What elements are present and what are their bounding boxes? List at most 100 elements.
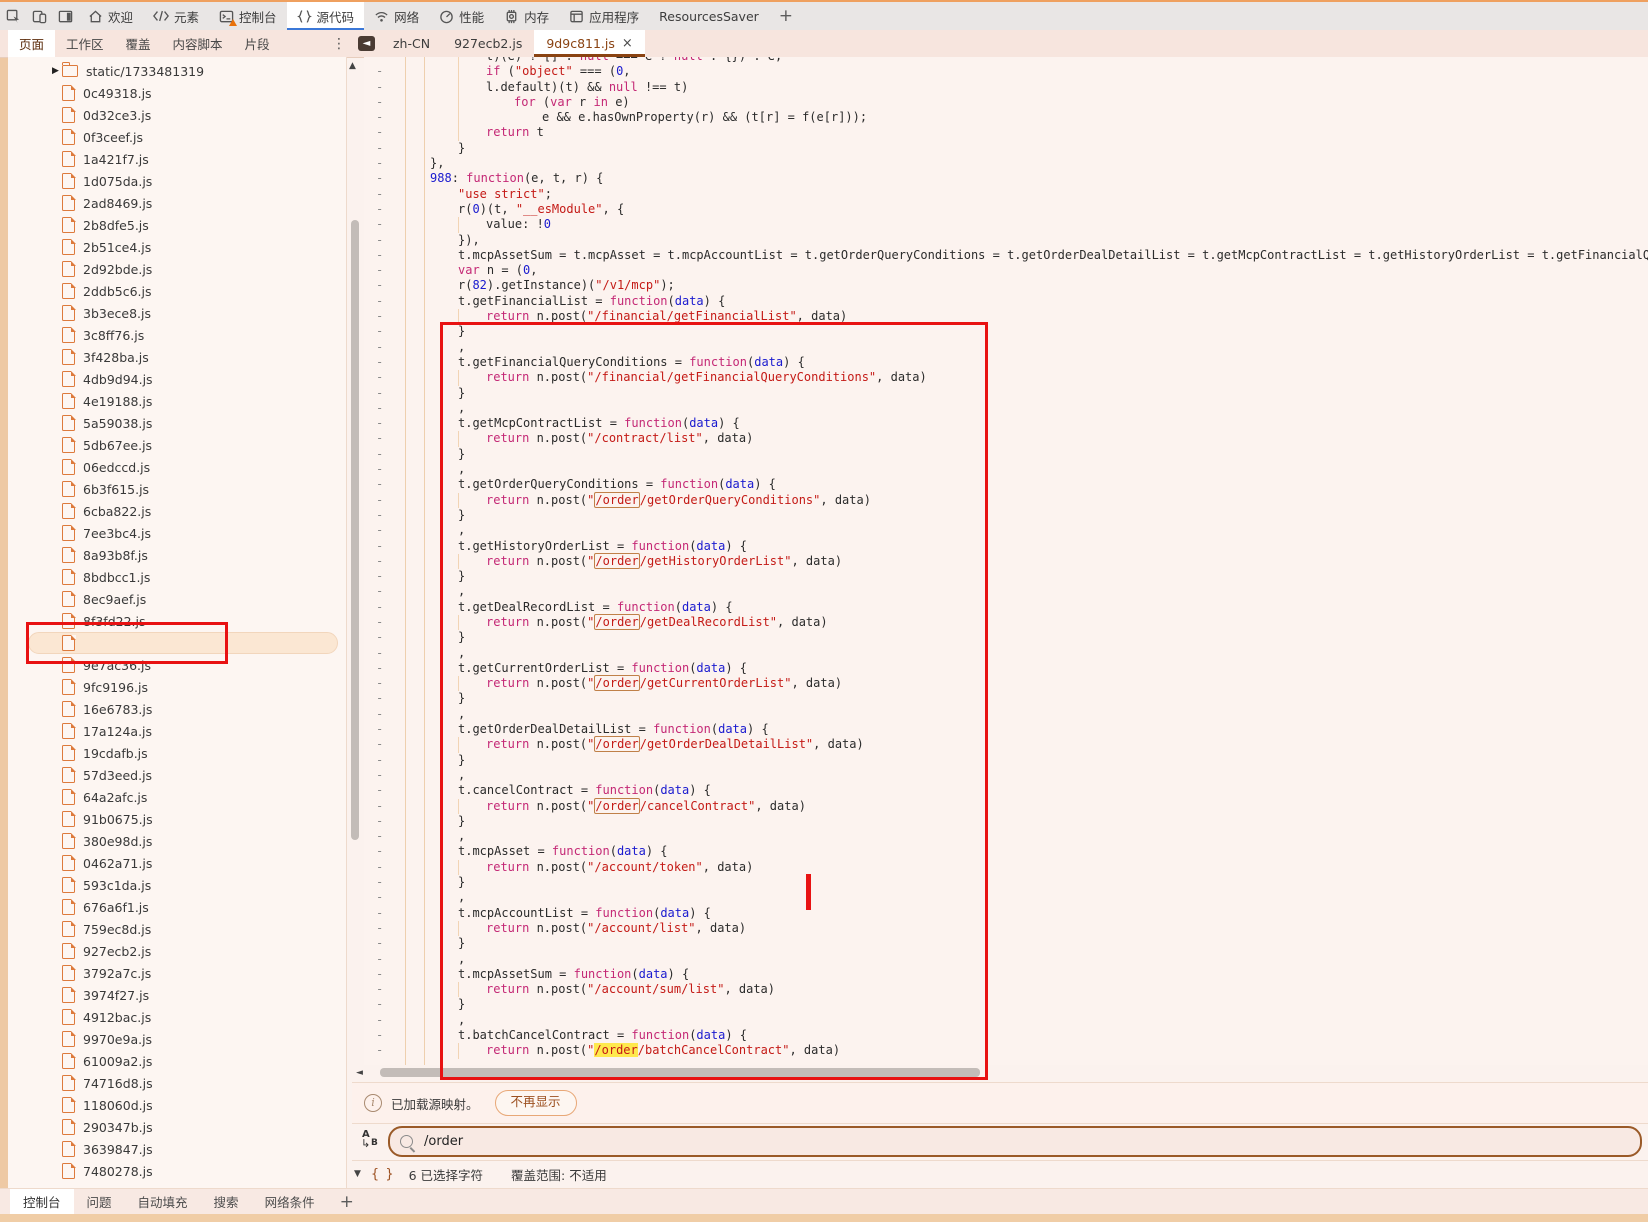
tree-file[interactable]: 290347b.js — [8, 1116, 346, 1138]
tree-file[interactable]: 6b3f615.js — [8, 478, 346, 500]
code-line[interactable]: -return n.post("/account/list", data) — [364, 921, 1648, 936]
tree-file[interactable]: 0f3ceef.js — [8, 126, 346, 148]
tree-file[interactable]: 91b0675.js — [8, 808, 346, 830]
code-line[interactable]: -, — [364, 523, 1648, 538]
code-line[interactable]: -t.mcpAssetSum = t.mcpAsset = t.mcpAccou… — [364, 248, 1648, 263]
code-line[interactable]: -return n.post("/order/getCurrentOrderLi… — [364, 676, 1648, 691]
sidebar-tab-工作区[interactable]: 工作区 — [55, 30, 115, 57]
code-line[interactable]: -for (var r in e) — [364, 95, 1648, 110]
code-line[interactable]: -, — [364, 952, 1648, 967]
code-line[interactable]: -t.mcpAssetSum = function(data) { — [364, 967, 1648, 982]
add-drawer-tab-button[interactable]: + — [328, 1189, 366, 1214]
code-line[interactable]: -t.getDealRecordList = function(data) { — [364, 600, 1648, 615]
code-line[interactable]: -t.cancelContract = function(data) { — [364, 783, 1648, 798]
code-line[interactable]: -t.getOrderDealDetailList = function(dat… — [364, 722, 1648, 737]
drawer-tab-问题[interactable]: 问题 — [74, 1189, 125, 1214]
code-line[interactable]: -return t — [364, 125, 1648, 140]
code-line[interactable]: -t.getFinancialQueryConditions = functio… — [364, 355, 1648, 370]
tree-file[interactable]: 5db67ee.js — [8, 434, 346, 456]
editor-tab-9d9c811.js[interactable]: 9d9c811.js× — [534, 30, 644, 57]
tree-folder[interactable]: ▶static/1733481319 — [8, 60, 346, 82]
code-line[interactable]: -} — [364, 141, 1648, 156]
tree-file[interactable]: 3974f27.js — [8, 984, 346, 1006]
tree-file[interactable]: 7480278.js — [8, 1160, 346, 1182]
code-line[interactable]: -988: function(e, t, r) { — [364, 171, 1648, 186]
tree-file[interactable]: 593c1da.js — [8, 874, 346, 896]
tree-file[interactable]: 0462a71.js — [8, 852, 346, 874]
tree-file[interactable]: 927ecb2.js — [8, 940, 346, 962]
tree-file[interactable]: 1a421f7.js — [8, 148, 346, 170]
code-line[interactable]: -return n.post("/contract/list", data) — [364, 431, 1648, 446]
tree-file[interactable]: 4912bac.js — [8, 1006, 346, 1028]
code-line[interactable]: -t.getHistoryOrderList = function(data) … — [364, 539, 1648, 554]
tree-file[interactable]: 8f3fd22.js — [8, 610, 346, 632]
code-line[interactable]: -} — [364, 569, 1648, 584]
tree-file[interactable]: 57d3eed.js — [8, 764, 346, 786]
scroll-down-icon[interactable]: ▼ — [354, 1169, 361, 1179]
code-editor[interactable]: -t)(e) ? [] : null === e ? null : {}) : … — [364, 57, 1648, 1065]
tree-file[interactable]: 759ec8d.js — [8, 918, 346, 940]
tree-file[interactable]: 2ddb5c6.js — [8, 280, 346, 302]
code-line[interactable]: -} — [364, 997, 1648, 1012]
tree-file[interactable]: 9e7ac36.js — [8, 654, 346, 676]
tree-file[interactable]: 8bdbcc1.js — [8, 566, 346, 588]
code-line[interactable]: -return n.post("/order/getHistoryOrderLi… — [364, 554, 1648, 569]
code-line[interactable]: -return n.post("/order/getOrderQueryCond… — [364, 493, 1648, 508]
tab-内存[interactable]: 内存 — [494, 2, 559, 30]
tab-ResourcesSaver[interactable]: ResourcesSaver — [649, 2, 769, 30]
code-line[interactable]: -} — [364, 753, 1648, 768]
vertical-scrollbar-thumb[interactable] — [351, 220, 359, 840]
code-line[interactable]: -return n.post("/account/token", data) — [364, 860, 1648, 875]
code-line[interactable]: -"use strict"; — [364, 187, 1648, 202]
tree-file[interactable]: 2d92bde.js — [8, 258, 346, 280]
drawer-tab-控制台[interactable]: 控制台 — [10, 1189, 74, 1214]
code-line[interactable]: -return n.post("/financial/getFinancialL… — [364, 309, 1648, 324]
more-options-icon[interactable]: ⋮ — [328, 30, 350, 57]
code-line[interactable]: -, — [364, 401, 1648, 416]
code-line[interactable]: -}), — [364, 233, 1648, 248]
drawer-tab-网络条件[interactable]: 网络条件 — [252, 1189, 328, 1214]
tree-file[interactable]: 3b3ece8.js — [8, 302, 346, 324]
tree-file[interactable]: 17a124a.js — [8, 720, 346, 742]
editor-tab-zh-CN[interactable]: zh-CN — [381, 30, 442, 57]
tree-file[interactable]: 06edccd.js — [8, 456, 346, 478]
code-line[interactable]: -t)(e) ? [] : null === e ? null : {}) : … — [364, 57, 1648, 64]
code-line[interactable]: -t.mcpAsset = function(data) { — [364, 844, 1648, 859]
sidebar-tab-片段[interactable]: 片段 — [234, 30, 281, 57]
match-case-icon[interactable]: A↳B — [360, 1131, 380, 1151]
code-line[interactable]: -, — [364, 890, 1648, 905]
horizontal-scrollbar[interactable]: ◄ — [352, 1066, 1648, 1080]
code-line[interactable]: -return n.post("/order/getDealRecordList… — [364, 615, 1648, 630]
code-line[interactable]: -return n.post("/financial/getFinancialQ… — [364, 370, 1648, 385]
pretty-print-icon[interactable]: { } — [371, 1167, 395, 1182]
code-line[interactable]: -value: !0 — [364, 217, 1648, 232]
close-tab-icon[interactable]: × — [622, 36, 633, 51]
find-input[interactable] — [422, 1133, 1640, 1150]
scroll-left-icon[interactable]: ◄ — [356, 1068, 363, 1078]
tree-file-selected[interactable]: 9d9c811.js — [8, 632, 346, 654]
code-line[interactable]: -} — [364, 936, 1648, 951]
tree-file[interactable]: 5a59038.js — [8, 412, 346, 434]
add-panel-button[interactable]: + — [769, 2, 803, 30]
code-line[interactable]: -l.default)(t) && null !== t) — [364, 80, 1648, 95]
sidebar-tab-覆盖[interactable]: 覆盖 — [115, 30, 162, 57]
tree-file[interactable]: 6cba822.js — [8, 500, 346, 522]
tree-file[interactable]: 2b8dfe5.js — [8, 214, 346, 236]
code-line[interactable]: -var n = (0, — [364, 263, 1648, 278]
scroll-up-icon[interactable]: ▲ — [349, 61, 356, 71]
tree-file[interactable]: 2b51ce4.js — [8, 236, 346, 258]
tree-file[interactable]: 3792a7c.js — [8, 962, 346, 984]
sidebar-tab-内容脚本[interactable]: 内容脚本 — [162, 30, 234, 57]
code-line[interactable]: -} — [364, 508, 1648, 523]
code-line[interactable]: -t.getMcpContractList = function(data) { — [364, 416, 1648, 431]
code-line[interactable]: -} — [364, 630, 1648, 645]
device-toolbar-icon[interactable] — [26, 2, 52, 30]
code-line[interactable]: -} — [364, 875, 1648, 890]
tab-网络[interactable]: 网络 — [364, 2, 429, 30]
tree-file[interactable]: 380e98d.js — [8, 830, 346, 852]
tree-file[interactable]: 4e19188.js — [8, 390, 346, 412]
tree-file[interactable]: 16e6783.js — [8, 698, 346, 720]
code-line[interactable]: -, — [364, 707, 1648, 722]
code-line[interactable]: -, — [364, 1013, 1648, 1028]
tab-应用程序[interactable]: 应用程序 — [559, 2, 649, 30]
